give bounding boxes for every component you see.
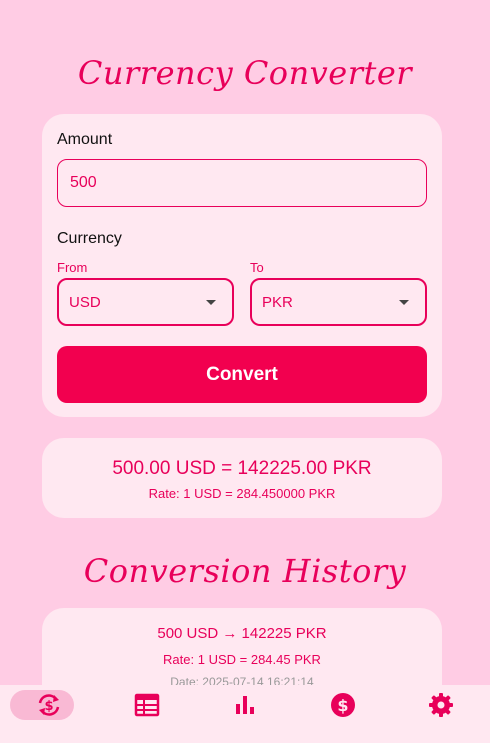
to-currency-value: PKR [262,294,293,311]
table-icon [134,693,160,717]
amount-label: Amount [57,131,113,148]
bottom-navigation: $ $ [0,685,490,743]
page-title: Currency Converter [77,54,413,92]
nav-item-settings[interactable] [392,685,490,743]
result-rate: Rate: 1 USD = 284.450000 PKR [148,486,336,501]
svg-text:$: $ [44,699,53,714]
chevron-down-icon [399,300,409,305]
result-summary: 500.00 USD = 142225.00 PKR [112,458,372,479]
chevron-down-icon [206,300,216,305]
bar-chart-icon [236,696,254,714]
gear-icon [429,693,453,717]
dollar-icon: $ [331,693,355,717]
nav-item-converter[interactable]: $ [0,685,98,743]
to-label: To [250,260,264,275]
svg-text:$: $ [337,696,348,715]
history-summary: 500 USD → 142225 PKR [157,625,327,642]
converter-card: Amount 500 Currency From To USD PKR Conv… [42,114,442,417]
nav-item-table[interactable] [98,685,196,743]
nav-item-currency[interactable]: $ [294,685,392,743]
from-currency-select[interactable]: USD [57,278,234,326]
nav-item-chart[interactable] [196,685,294,743]
convert-button[interactable]: Convert [57,346,427,403]
history-rate: Rate: 1 USD = 284.45 PKR [163,652,321,667]
currency-label: Currency [57,230,122,247]
currency-exchange-icon: $ [38,694,60,716]
amount-input[interactable]: 500 [57,159,427,207]
result-card: 500.00 USD = 142225.00 PKR Rate: 1 USD =… [42,438,442,518]
history-title: Conversion History [83,552,407,590]
from-label: From [57,260,88,275]
from-currency-value: USD [69,294,101,311]
to-currency-select[interactable]: PKR [250,278,427,326]
